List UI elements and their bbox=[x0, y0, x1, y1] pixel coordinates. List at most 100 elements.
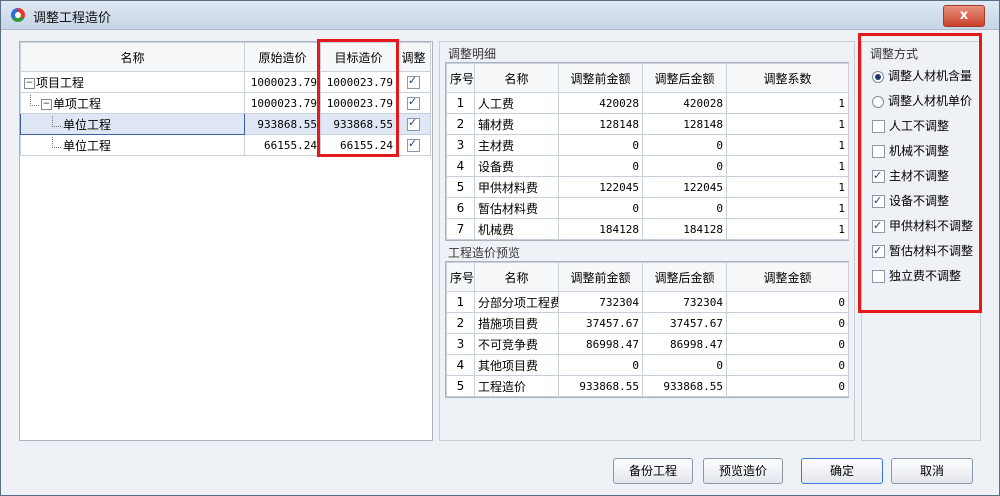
detail-name-cell: 人工费 bbox=[474, 92, 559, 114]
detail-col-after[interactable]: 调整后金额 bbox=[642, 63, 727, 93]
preview-value-cell[interactable]: 0 bbox=[726, 375, 849, 397]
detail-group-title: 调整明细 bbox=[448, 47, 497, 61]
preview-row[interactable]: 1 分部分项工程费 732304 732304 0 bbox=[446, 291, 849, 313]
detail-before-cell: 0 bbox=[558, 155, 643, 177]
preview-value-cell[interactable]: 0 bbox=[726, 354, 849, 376]
col-header-adjust[interactable]: 调整 bbox=[396, 42, 431, 72]
col-header-original-cost[interactable]: 原始造价 bbox=[244, 42, 321, 72]
preview-name-cell: 不可竞争费 bbox=[474, 333, 559, 355]
detail-after-cell: 0 bbox=[642, 197, 727, 219]
tree-node-label: 单位工程 bbox=[63, 117, 112, 132]
preview-after-cell: 86998.47 bbox=[642, 333, 727, 355]
tree-name-cell[interactable]: 单位工程 bbox=[20, 113, 245, 135]
backup-project-button[interactable]: 备份工程 bbox=[613, 458, 693, 484]
adjust-method-highlight bbox=[858, 33, 982, 313]
detail-value-cell[interactable]: 1 bbox=[726, 113, 849, 135]
detail-before-cell: 184128 bbox=[558, 218, 643, 240]
preview-header-row: 序号 名称 调整前金额 调整后金额 调整金额 bbox=[446, 262, 849, 292]
detail-value-cell[interactable]: 1 bbox=[726, 92, 849, 114]
detail-before-cell: 0 bbox=[558, 134, 643, 156]
detail-row[interactable]: 5 甲供材料费 122045 122045 1 bbox=[446, 176, 849, 198]
detail-value-cell[interactable]: 1 bbox=[726, 155, 849, 177]
tree-name-cell[interactable]: − 单项工程 bbox=[20, 92, 245, 114]
adjust-checkbox[interactable] bbox=[407, 95, 420, 110]
detail-row[interactable]: 2 辅材费 128148 128148 1 bbox=[446, 113, 849, 135]
detail-before-cell: 128148 bbox=[558, 113, 643, 135]
detail-row[interactable]: 3 主材费 0 0 1 bbox=[446, 134, 849, 156]
detail-after-cell: 0 bbox=[642, 155, 727, 177]
preview-seq-cell: 5 bbox=[446, 375, 475, 397]
preview-col-name[interactable]: 名称 bbox=[474, 262, 559, 292]
preview-after-cell: 933868.55 bbox=[642, 375, 727, 397]
detail-value-cell[interactable]: 1 bbox=[726, 176, 849, 198]
detail-after-cell: 122045 bbox=[642, 176, 727, 198]
adjust-checkbox[interactable] bbox=[407, 116, 420, 131]
target-cost-highlight bbox=[317, 39, 399, 157]
detail-name-cell: 主材费 bbox=[474, 134, 559, 156]
preview-col-before[interactable]: 调整前金额 bbox=[558, 262, 643, 292]
detail-row[interactable]: 1 人工费 420028 420028 1 bbox=[446, 92, 849, 114]
close-button[interactable]: x bbox=[943, 5, 985, 27]
detail-before-cell: 420028 bbox=[558, 92, 643, 114]
preview-value-cell[interactable]: 0 bbox=[726, 312, 849, 334]
preview-value-cell[interactable]: 0 bbox=[726, 333, 849, 355]
original-cost-cell: 933868.55 bbox=[244, 113, 321, 135]
preview-name-cell: 其他项目费 bbox=[474, 354, 559, 376]
preview-row[interactable]: 4 其他项目费 0 0 0 bbox=[446, 354, 849, 376]
preview-seq-cell: 2 bbox=[446, 312, 475, 334]
detail-after-cell: 184128 bbox=[642, 218, 727, 240]
preview-seq-cell: 1 bbox=[446, 291, 475, 313]
preview-name-cell: 措施项目费 bbox=[474, 312, 559, 334]
cancel-button[interactable]: 取消 bbox=[891, 458, 973, 484]
preview-before-cell: 86998.47 bbox=[558, 333, 643, 355]
detail-value-cell[interactable]: 1 bbox=[726, 197, 849, 219]
detail-after-cell: 0 bbox=[642, 134, 727, 156]
detail-col-before[interactable]: 调整前金额 bbox=[558, 63, 643, 93]
preview-grid: 序号 名称 调整前金额 调整后金额 调整金额 1 分部分项工程费 732304 732… bbox=[445, 261, 849, 398]
collapse-icon[interactable]: − bbox=[24, 77, 35, 89]
detail-name-cell: 甲供材料费 bbox=[474, 176, 559, 198]
detail-row[interactable]: 7 机械费 184128 184128 1 bbox=[446, 218, 849, 240]
window-title: 调整工程造价 bbox=[33, 11, 112, 26]
collapse-icon[interactable]: − bbox=[41, 98, 52, 110]
adjust-checkbox[interactable] bbox=[407, 137, 420, 152]
detail-seq-cell: 4 bbox=[446, 155, 475, 177]
detail-value-cell[interactable]: 1 bbox=[726, 134, 849, 156]
preview-col-amount[interactable]: 调整金额 bbox=[726, 262, 849, 292]
detail-row[interactable]: 4 设备费 0 0 1 bbox=[446, 155, 849, 177]
preview-before-cell: 0 bbox=[558, 354, 643, 376]
preview-row[interactable]: 5 工程造价 933868.55 933868.55 0 bbox=[446, 375, 849, 397]
preview-col-seq[interactable]: 序号 bbox=[446, 262, 475, 292]
detail-seq-cell: 1 bbox=[446, 92, 475, 114]
preview-row[interactable]: 3 不可竞争费 86998.47 86998.47 0 bbox=[446, 333, 849, 355]
detail-name-cell: 辅材费 bbox=[474, 113, 559, 135]
detail-col-name[interactable]: 名称 bbox=[474, 63, 559, 93]
detail-panel: 调整明细 序号 名称 调整前金额 调整后金额 调整系数 1 人工费 420028 42… bbox=[439, 41, 855, 441]
detail-grid: 序号 名称 调整前金额 调整后金额 调整系数 1 人工费 420028 420028 1… bbox=[445, 62, 849, 241]
title-bar[interactable]: 调整工程造价 x bbox=[1, 1, 999, 30]
preview-row[interactable]: 2 措施项目费 37457.67 37457.67 0 bbox=[446, 312, 849, 334]
preview-before-cell: 933868.55 bbox=[558, 375, 643, 397]
app-logo-icon bbox=[11, 8, 25, 22]
detail-before-cell: 0 bbox=[558, 197, 643, 219]
preview-value-cell[interactable]: 0 bbox=[726, 291, 849, 313]
detail-name-cell: 暂估材料费 bbox=[474, 197, 559, 219]
tree-name-cell[interactable]: − 项目工程 bbox=[20, 71, 245, 93]
detail-col-seq[interactable]: 序号 bbox=[446, 63, 475, 93]
tree-name-cell[interactable]: 单位工程 bbox=[20, 134, 245, 156]
adjust-cell bbox=[396, 92, 431, 114]
preview-cost-button[interactable]: 预览造价 bbox=[703, 458, 783, 484]
adjust-checkbox[interactable] bbox=[407, 74, 420, 89]
detail-value-cell[interactable]: 1 bbox=[726, 218, 849, 240]
tree-node-label: 单项工程 bbox=[53, 96, 102, 111]
tree-connector bbox=[30, 94, 39, 106]
detail-col-coefficient[interactable]: 调整系数 bbox=[726, 63, 849, 93]
detail-header-row: 序号 名称 调整前金额 调整后金额 调整系数 bbox=[446, 63, 849, 93]
preview-name-cell: 分部分项工程费 bbox=[474, 291, 559, 313]
col-header-name[interactable]: 名称 bbox=[20, 42, 245, 72]
original-cost-cell: 1000023.79 bbox=[244, 92, 321, 114]
detail-row[interactable]: 6 暂估材料费 0 0 1 bbox=[446, 197, 849, 219]
detail-seq-cell: 2 bbox=[446, 113, 475, 135]
ok-button[interactable]: 确定 bbox=[801, 458, 883, 484]
preview-col-after[interactable]: 调整后金额 bbox=[642, 262, 727, 292]
